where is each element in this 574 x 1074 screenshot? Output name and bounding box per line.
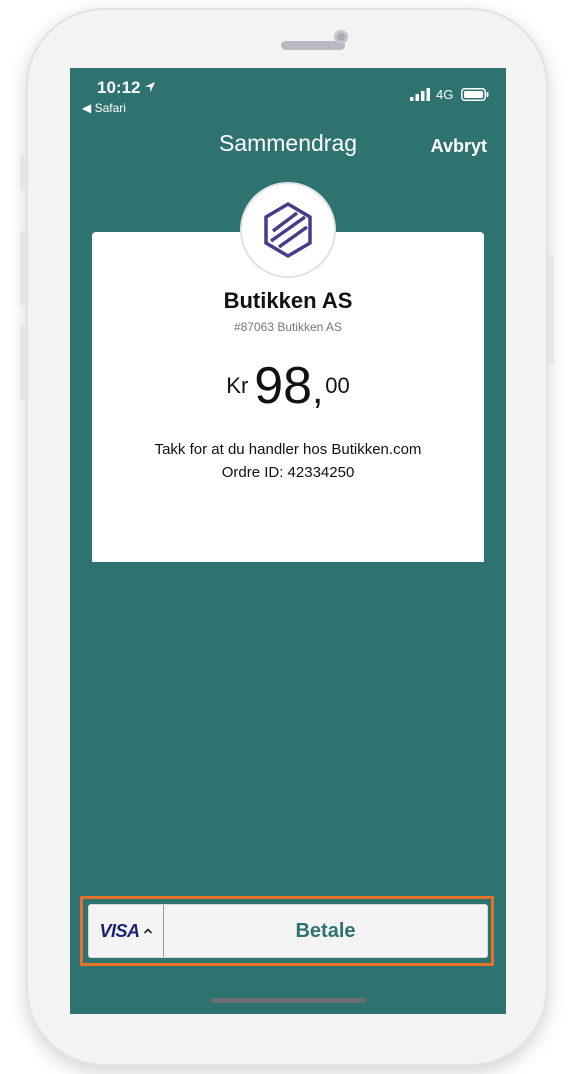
back-to-safari-link[interactable]: ◀ Safari [82, 101, 126, 115]
location-arrow-icon [145, 82, 155, 92]
amount-decimals: 00 [325, 373, 350, 398]
signal-bars-icon [410, 88, 430, 101]
speaker-grille [281, 41, 345, 50]
front-camera [334, 30, 348, 44]
volume-down-button [20, 325, 26, 401]
merchant-logo-badge [242, 184, 334, 276]
merchant-hexagon-logo-icon [264, 201, 312, 259]
app-screen: 10:12 ◀ Safari 4G Sammendrag Avbryt Buti… [70, 68, 506, 1014]
thanks-message: Takk for at du handler hos Butikken.com [154, 441, 422, 458]
payment-amount: Kr 98,00 [70, 356, 506, 416]
volume-up-button [20, 230, 26, 306]
amount-integer: 98 [254, 357, 313, 415]
card-selector[interactable]: VISA [89, 905, 164, 957]
merchant-id: #87063 Butikken AS [233, 320, 343, 334]
cancel-button[interactable]: Avbryt [431, 136, 487, 157]
power-button [548, 255, 554, 365]
payment-bar: VISA Betale [88, 904, 488, 958]
network-type: 4G [436, 87, 454, 102]
status-time: 10:12 [97, 78, 141, 97]
order-id: Ordre ID: 42334250 [221, 464, 355, 481]
amount-separator: , [312, 368, 324, 412]
pay-button[interactable]: Betale [164, 905, 487, 957]
battery-icon [461, 88, 489, 101]
mute-switch [20, 155, 26, 191]
merchant-name: Butikken AS [223, 288, 353, 313]
home-indicator[interactable] [211, 998, 366, 1003]
amount-currency: Kr [226, 373, 249, 398]
receipt-torn-edge [92, 542, 484, 562]
chevron-up-icon [143, 928, 152, 934]
visa-logo: VISA [99, 920, 140, 941]
